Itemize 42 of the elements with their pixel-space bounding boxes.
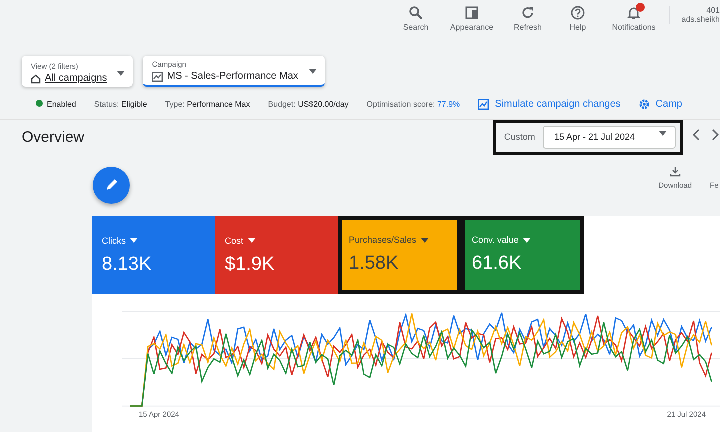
- caret-icon: [117, 71, 126, 76]
- campaign-settings-link[interactable]: Camp: [638, 98, 682, 110]
- refresh-button[interactable]: Refresh: [503, 6, 553, 32]
- metric-card[interactable]: Cost $1.9K: [215, 216, 338, 294]
- metric-card[interactable]: Purchases/Sales 1.58K: [338, 216, 461, 294]
- simulate-link[interactable]: Simulate campaign changes: [478, 98, 621, 110]
- metric-card[interactable]: Clicks 8.13K: [92, 216, 215, 294]
- search-icon: [409, 6, 423, 20]
- metric-card[interactable]: Conv. value 61.6K: [461, 216, 584, 294]
- status-enabled: Enabled: [36, 100, 76, 108]
- caret-icon: [659, 130, 667, 136]
- columns-icon: [465, 6, 479, 20]
- chart-icon: [152, 72, 164, 82]
- status-text: Status: Eligible: [94, 100, 148, 108]
- chart-icon: [478, 98, 490, 110]
- edit-button[interactable]: [93, 166, 130, 204]
- chevron-left-icon: [692, 129, 700, 141]
- account-id: 401: [706, 6, 720, 15]
- caret-icon: [309, 69, 318, 74]
- budget-text: Budget: US$20.00/day: [268, 100, 349, 108]
- chevron-right-icon: [712, 129, 720, 141]
- download-icon: [670, 166, 681, 177]
- bell-icon: [627, 6, 641, 20]
- notifications-button[interactable]: Notifications: [603, 6, 665, 32]
- range-label: Custom: [504, 132, 536, 142]
- help-icon: [571, 6, 585, 20]
- caret-icon: [420, 238, 429, 242]
- caret-icon: [522, 238, 531, 242]
- help-button[interactable]: Help: [553, 6, 603, 32]
- date-range-dropdown[interactable]: 15 Apr - 21 Jul 2024: [543, 126, 676, 148]
- appearance-button[interactable]: Appearance: [441, 6, 503, 32]
- refresh-icon: [521, 6, 535, 20]
- settings-icon: [638, 98, 650, 110]
- account-name: ads.sheikh: [682, 15, 720, 24]
- pencil-icon: [104, 178, 118, 192]
- search-button[interactable]: Search: [391, 6, 441, 32]
- score-text: Optimisation score: 77.9%: [366, 100, 460, 108]
- type-text: Type: Performance Max: [165, 100, 250, 108]
- caret-icon: [130, 238, 138, 243]
- home-icon: [31, 74, 41, 84]
- caret-icon: [248, 238, 256, 243]
- overview-title: Overview: [22, 128, 86, 146]
